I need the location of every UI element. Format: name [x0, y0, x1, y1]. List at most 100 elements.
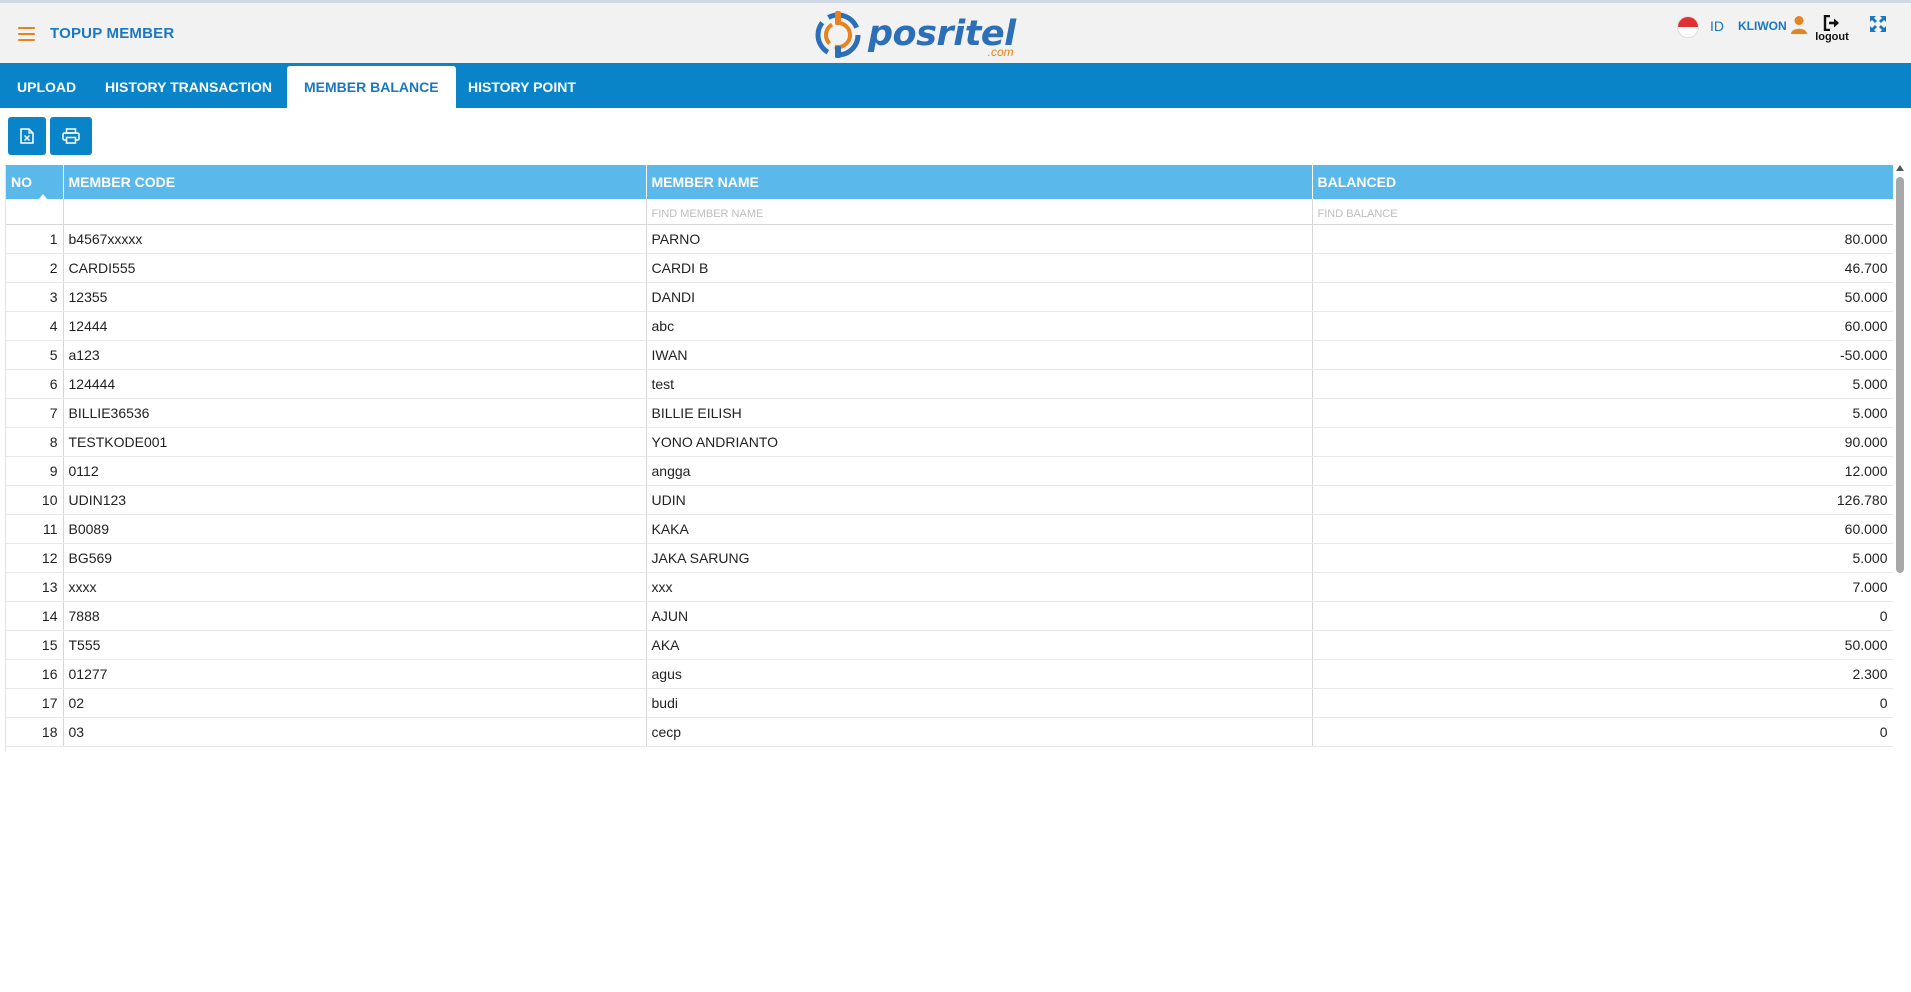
table-row[interactable]: 3 12355 DANDI 50.000: [6, 282, 1893, 312]
print-icon: [62, 128, 80, 144]
balance-cell: 5.000: [1312, 369, 1893, 399]
col-header-balanced[interactable]: BALANCED: [1312, 165, 1893, 199]
balance-cell: 2.300: [1312, 659, 1893, 689]
table-row[interactable]: 17 02 budi 0: [6, 688, 1893, 718]
row-no-cell: 17: [6, 688, 64, 718]
col-header-no[interactable]: NO: [6, 165, 64, 199]
member-code-cell: UDIN123: [63, 485, 647, 515]
sort-asc-icon: [39, 194, 47, 199]
scroll-up-arrow-icon[interactable]: [1896, 165, 1904, 171]
logo-mark-icon: [815, 11, 861, 58]
tab-bar: UPLOAD HISTORY TRANSACTION MEMBER BALANC…: [0, 63, 1911, 108]
row-no-cell: 18: [6, 717, 64, 747]
member-balance-grid: NO MEMBER CODE MEMBER NAME BALANCED 1b45…: [5, 165, 1893, 752]
row-no-cell: 14: [6, 601, 64, 631]
table-row[interactable]: 7 BILLIE36536 BILLIE EILISH 5.000: [6, 398, 1893, 428]
excel-file-icon: [20, 128, 34, 144]
balance-cell: 5.000: [1312, 398, 1893, 428]
tab-history-transaction[interactable]: HISTORY TRANSACTION: [88, 66, 289, 108]
row-no-cell: 6: [6, 369, 64, 399]
balance-cell: 5.000: [1312, 543, 1893, 573]
vertical-scrollbar[interactable]: [1894, 165, 1906, 752]
row-no-cell: 9: [6, 456, 64, 486]
table-row[interactable]: 14 7888 AJUN 0: [6, 601, 1893, 631]
logout-button[interactable]: logout: [1812, 15, 1852, 51]
table-row[interactable]: 10 UDIN123 UDIN 126.780: [6, 485, 1893, 515]
balance-cell: 0: [1312, 601, 1893, 631]
member-code-cell: b4567xxxxx: [63, 224, 647, 254]
member-code-cell: TESTKODE001: [63, 427, 647, 457]
member-name-cell: AJUN: [646, 601, 1313, 631]
print-button[interactable]: [50, 117, 92, 155]
member-name-cell: angga: [646, 456, 1313, 486]
filter-member-code-cell: [63, 199, 647, 225]
table-row[interactable]: 18 03 cecp 0: [6, 717, 1893, 747]
table-row[interactable]: 12 BG569 JAKA SARUNG 5.000: [6, 543, 1893, 573]
indonesia-flag-icon[interactable]: [1678, 17, 1698, 37]
member-code-cell: B0089: [63, 514, 647, 544]
table-row[interactable]: 13 xxxx xxx 7.000: [6, 572, 1893, 602]
table-row[interactable]: 9 0112 angga 12.000: [6, 456, 1893, 486]
export-excel-button[interactable]: [8, 117, 46, 155]
username[interactable]: KLIWON: [1738, 19, 1787, 33]
balance-cell: -50.000: [1312, 340, 1893, 370]
member-name-cell: IWAN: [646, 340, 1313, 370]
balance-cell: 80.000: [1312, 224, 1893, 254]
balance-cell: 60.000: [1312, 514, 1893, 544]
balance-cell: 60.000: [1312, 311, 1893, 341]
row-no-cell: 11: [6, 514, 64, 544]
member-name-cell: CARDI B: [646, 253, 1313, 283]
tab-history-point[interactable]: HISTORY POINT: [451, 66, 593, 108]
scrollbar-thumb[interactable]: [1896, 177, 1904, 573]
row-no-cell: 15: [6, 630, 64, 660]
balance-cell: 50.000: [1312, 630, 1893, 660]
member-code-cell: BG569: [63, 543, 647, 573]
table-row[interactable]: 8 TESTKODE001 YONO ANDRIANTO 90.000: [6, 427, 1893, 457]
col-header-member-name[interactable]: MEMBER NAME: [646, 165, 1313, 199]
row-no-cell: 4: [6, 311, 64, 341]
table-header-row: NO MEMBER CODE MEMBER NAME BALANCED: [6, 165, 1893, 199]
logout-label: logout: [1815, 31, 1849, 43]
fullscreen-icon[interactable]: [1869, 15, 1887, 33]
member-name-cell: UDIN: [646, 485, 1313, 515]
member-code-cell: 03: [63, 717, 647, 747]
table-row[interactable]: 4 12444 abc 60.000: [6, 311, 1893, 341]
table-row[interactable]: 6 124444 test 5.000: [6, 369, 1893, 399]
member-name-cell: PARNO: [646, 224, 1313, 254]
table-row[interactable]: 5 a123 IWAN -50.000: [6, 340, 1893, 370]
user-icon[interactable]: [1790, 15, 1808, 35]
member-name-cell: KAKA: [646, 514, 1313, 544]
row-no-cell: 1: [6, 224, 64, 254]
member-code-cell: BILLIE36536: [63, 398, 647, 428]
row-no-cell: 12: [6, 543, 64, 573]
member-code-cell: 02: [63, 688, 647, 718]
table-row[interactable]: 1 b4567xxxxx PARNO 80.000: [6, 224, 1893, 254]
member-name-cell: JAKA SARUNG: [646, 543, 1313, 573]
balance-cell: 50.000: [1312, 282, 1893, 312]
find-member-name-input[interactable]: [651, 207, 1307, 220]
row-no-cell: 8: [6, 427, 64, 457]
tab-member-balance[interactable]: MEMBER BALANCE: [287, 66, 456, 108]
tab-upload[interactable]: UPLOAD: [0, 66, 93, 108]
col-header-member-code[interactable]: MEMBER CODE: [63, 165, 647, 199]
logout-icon: [1823, 15, 1839, 31]
row-no-cell: 16: [6, 659, 64, 689]
member-name-cell: cecp: [646, 717, 1313, 747]
table-row[interactable]: 11 B0089 KAKA 60.000: [6, 514, 1893, 544]
member-code-cell: xxxx: [63, 572, 647, 602]
language-selector[interactable]: ID: [1710, 18, 1724, 34]
table-row[interactable]: 16 01277 agus 2.300: [6, 659, 1893, 689]
member-code-cell: 0112: [63, 456, 647, 486]
member-code-cell: T555: [63, 630, 647, 660]
filter-no-cell: [6, 199, 64, 225]
table-row[interactable]: 2 CARDI555 CARDI B 46.700: [6, 253, 1893, 283]
hamburger-menu-icon[interactable]: [18, 27, 35, 41]
balance-cell: 0: [1312, 717, 1893, 747]
member-code-cell: CARDI555: [63, 253, 647, 283]
member-name-cell: YONO ANDRIANTO: [646, 427, 1313, 457]
member-code-cell: 12444: [63, 311, 647, 341]
row-no-cell: 5: [6, 340, 64, 370]
table-row[interactable]: 15 T555 AKA 50.000: [6, 630, 1893, 660]
posritel-logo: posritel .com: [812, 8, 1016, 60]
find-balance-input[interactable]: [1317, 207, 1888, 220]
